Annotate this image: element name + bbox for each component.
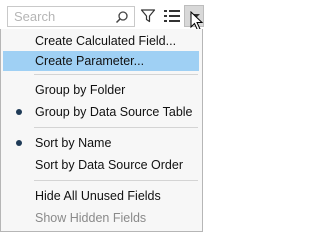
menu-item-show-hidden-fields: Show Hidden Fields	[3, 208, 199, 228]
menu-item-group-by-folder[interactable]: Group by Folder	[3, 80, 199, 100]
menu-item-label: Group by Data Source Table	[35, 105, 193, 119]
menu-item-label: Create Calculated Field...	[35, 34, 177, 48]
search-placeholder: Search	[14, 9, 56, 24]
filter-icon[interactable]	[140, 8, 156, 24]
toolbar: Search	[0, 0, 204, 32]
menu-item-label: Sort by Data Source Order	[35, 158, 183, 172]
menu-item-sort-by-data-source-order[interactable]: Sort by Data Source Order	[3, 155, 199, 175]
menu-item-label: Group by Folder	[35, 83, 126, 97]
menu-item-create-parameter[interactable]: Create Parameter...	[3, 51, 199, 71]
search-input[interactable]: Search	[7, 6, 135, 27]
menu-separator	[34, 180, 198, 181]
menu-item-hide-all-unused-fields[interactable]: Hide All Unused Fields	[3, 186, 199, 206]
search-icon[interactable]	[115, 10, 129, 24]
menu-item-create-calculated-field[interactable]: Create Calculated Field...	[3, 31, 199, 51]
menu-item-group-by-data-source-table[interactable]: Group by Data Source Table	[3, 102, 199, 122]
selected-bullet-icon	[16, 109, 22, 115]
menu-separator	[34, 127, 198, 128]
menu-item-label: Show Hidden Fields	[35, 211, 147, 225]
menu-item-label: Sort by Name	[35, 136, 112, 150]
menu-item-label: Hide All Unused Fields	[35, 189, 161, 203]
menu-separator	[34, 74, 198, 75]
context-menu: Create Calculated Field... Create Parame…	[0, 29, 203, 232]
menu-item-sort-by-name[interactable]: Sort by Name	[3, 133, 199, 153]
view-options-icon[interactable]	[164, 9, 180, 23]
selected-bullet-icon	[16, 140, 22, 146]
menu-item-label: Create Parameter...	[35, 54, 145, 68]
